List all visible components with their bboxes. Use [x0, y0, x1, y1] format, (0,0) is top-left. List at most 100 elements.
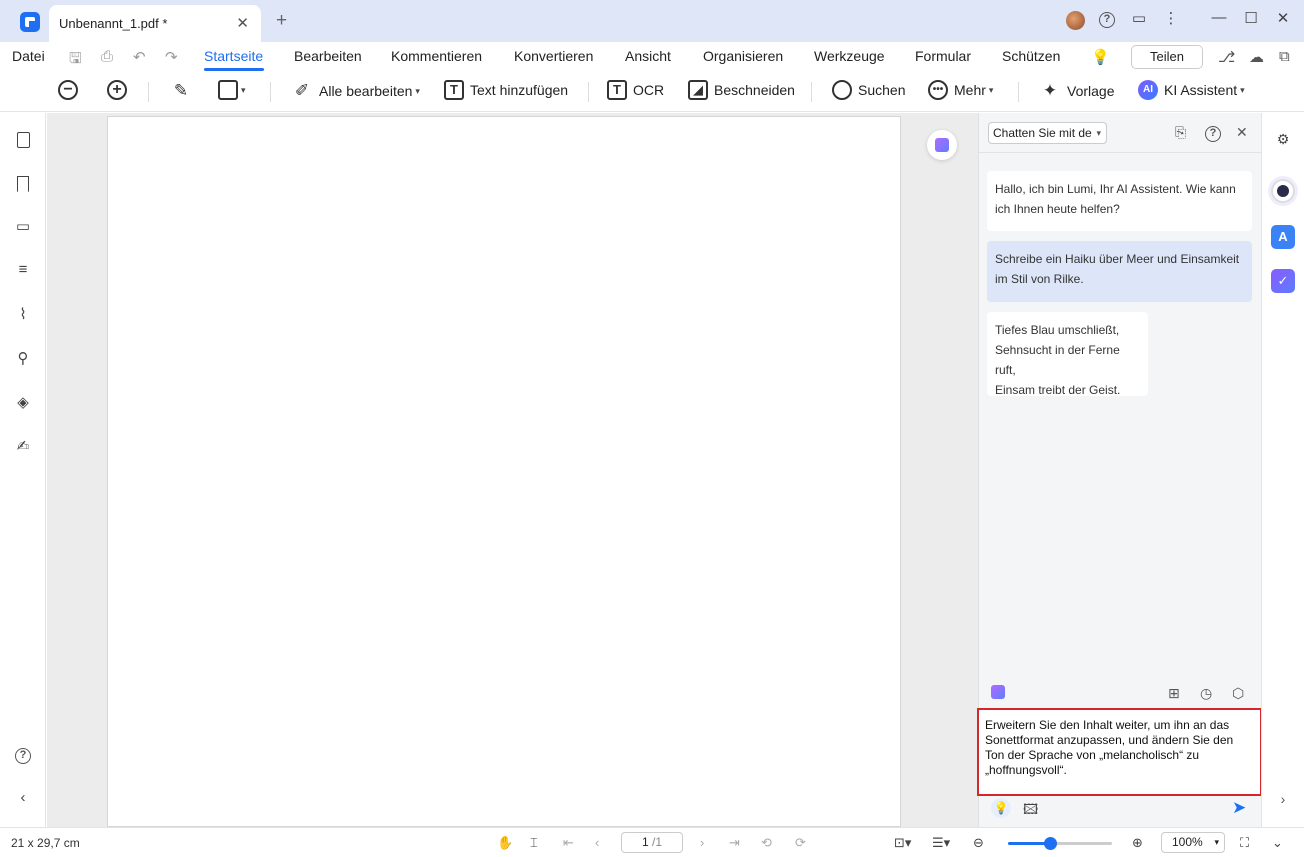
redo-icon[interactable]: ↷ [165, 48, 178, 66]
document-chat-icon[interactable]: ⎘ [1175, 124, 1186, 141]
prompt-ideas-icon[interactable]: 💡 [991, 798, 1011, 818]
rotate-left-icon[interactable]: ⟲ [761, 835, 772, 851]
help-icon[interactable]: ? [12, 745, 34, 767]
zoom-out-icon[interactable]: ⊖ [973, 835, 984, 851]
ai-robot-icon[interactable] [1271, 179, 1295, 203]
divider [270, 82, 271, 102]
more-button[interactable]: ••• Mehr ▾ [928, 80, 993, 100]
document-tab[interactable]: Unbenannt_1.pdf * ✕ [49, 5, 261, 42]
hand-tool-icon[interactable]: ✋ [497, 835, 513, 851]
translate-icon[interactable]: A [1271, 225, 1295, 249]
undo-icon[interactable]: ↶ [133, 48, 146, 66]
signature-icon[interactable]: ✍ [12, 437, 34, 459]
next-page-icon[interactable]: › [700, 835, 704, 850]
chevron-down-icon: ▾ [1096, 128, 1101, 138]
user-avatar[interactable] [1066, 11, 1085, 30]
pen-icon: ✐ [294, 81, 310, 100]
zoom-in-button[interactable]: + [107, 80, 127, 100]
print-icon[interactable]: ⎙ [101, 48, 113, 65]
minimize-icon[interactable]: — [1208, 9, 1230, 26]
zoom-slider[interactable] [1008, 837, 1112, 850]
first-page-icon[interactable]: ⇤ [563, 835, 574, 851]
crop-icon: ◢ [688, 80, 708, 100]
fit-page-icon[interactable]: ⊡▾ [894, 835, 911, 851]
chat-mode-select[interactable]: Chatten Sie mit de ▾ [988, 122, 1107, 144]
share-button[interactable]: Teilen [1131, 45, 1203, 69]
select-tool-icon[interactable]: ⌶ [530, 835, 538, 851]
chevron-down-icon: ▾ [415, 85, 420, 96]
crop-button[interactable]: ◢ Beschneiden [688, 80, 795, 100]
cloud-upload-icon[interactable]: ☁ [1249, 48, 1264, 66]
save-icon[interactable]: 🖫 [69, 48, 82, 73]
ai-icon: AI [1138, 80, 1158, 100]
zoom-slider-handle[interactable] [1043, 837, 1057, 850]
insert-image-icon[interactable]: 🖾 [1023, 799, 1038, 823]
shape-button[interactable]: ▾ [218, 80, 246, 100]
ai-assistant-button[interactable]: AI KI Assistent ▾ [1138, 80, 1245, 100]
new-tab-button[interactable]: + [276, 10, 287, 32]
collapse-sidebar-icon[interactable]: ‹ [12, 789, 34, 811]
expand-panel-icon[interactable]: › [1271, 787, 1295, 811]
comment-icon[interactable]: ▭ [12, 217, 34, 239]
edit-all-label: Alle bearbeiten [319, 83, 413, 99]
bookmark-icon[interactable] [12, 173, 34, 195]
collapse-down-icon[interactable]: ⌄ [1272, 835, 1283, 851]
menu-protect[interactable]: Schützen [1002, 48, 1060, 64]
lightbulb-icon[interactable]: 💡 [1091, 48, 1110, 66]
search-icon[interactable]: ⚲ [12, 349, 34, 371]
send-icon[interactable]: ➤ [1232, 798, 1246, 818]
ocr-label: OCR [633, 82, 665, 98]
more-options-icon[interactable]: ⋮ [1160, 9, 1182, 27]
settings-icon[interactable]: ⬡ [1232, 685, 1244, 702]
pdf-page[interactable] [107, 116, 901, 827]
edit-all-button[interactable]: ✐ Alle bearbeiten ▾ [291, 80, 420, 102]
page-layout-icon[interactable]: ☰▾ [932, 835, 950, 851]
chat-message-assistant: Hallo, ich bin Lumi, Ihr AI Assistent. W… [987, 171, 1252, 231]
menu-home[interactable]: Startseite [204, 48, 263, 64]
help-icon[interactable]: ? [1096, 9, 1118, 28]
add-text-label: Text hinzufügen [470, 82, 569, 98]
ai-check-icon[interactable]: ✓ [1271, 269, 1295, 293]
ocr-button[interactable]: T OCR [607, 80, 664, 100]
menu-form[interactable]: Formular [915, 48, 971, 64]
menu-view[interactable]: Ansicht [625, 48, 671, 64]
menu-edit[interactable]: Bearbeiten [294, 48, 362, 64]
help-icon[interactable]: ? [1205, 123, 1221, 142]
zoom-out-button[interactable]: − [58, 80, 78, 100]
add-text-button[interactable]: T Text hinzufügen [444, 80, 568, 100]
expand-icon[interactable]: ⧉ [1279, 48, 1290, 65]
ai-assistant-label: KI Assistent [1164, 82, 1238, 98]
chevron-down-icon: ▾ [1240, 84, 1245, 95]
fields-icon[interactable]: ≡ [12, 261, 34, 283]
page-thumbnail-icon[interactable] [12, 129, 34, 151]
floating-ai-button[interactable] [927, 130, 957, 160]
highlight-button[interactable]: ✎ [170, 80, 192, 102]
zoom-select[interactable]: 100% ▾ [1161, 832, 1225, 853]
close-window-icon[interactable]: ✕ [1272, 9, 1294, 27]
menu-convert[interactable]: Konvertieren [514, 48, 593, 64]
menu-tools[interactable]: Werkzeuge [814, 48, 885, 64]
new-chat-icon[interactable]: ⊞ [1168, 685, 1180, 702]
attachment-icon[interactable]: ⌇ [12, 305, 34, 327]
layers-icon[interactable]: ◈ [12, 393, 34, 415]
menu-file[interactable]: Datei [12, 48, 45, 64]
close-panel-icon[interactable]: ✕ [1236, 124, 1248, 141]
history-icon[interactable]: ◷ [1200, 685, 1212, 702]
page-number-field[interactable]: 1 /1 [621, 832, 683, 853]
chat-input[interactable]: Erweitern Sie den Inhalt weiter, um ihn … [977, 708, 1262, 796]
prev-page-icon[interactable]: ‹ [595, 835, 599, 850]
network-icon[interactable]: ⎇ [1218, 48, 1235, 66]
menu-comment[interactable]: Kommentieren [391, 48, 482, 64]
last-page-icon[interactable]: ⇥ [729, 835, 740, 851]
menu-organize[interactable]: Organisieren [703, 48, 783, 64]
maximize-icon[interactable]: ☐ [1240, 9, 1262, 27]
zoom-in-icon[interactable]: ⊕ [1132, 835, 1143, 851]
close-tab-icon[interactable]: ✕ [236, 14, 249, 32]
properties-icon[interactable]: ⚙ [1271, 127, 1295, 151]
rotate-right-icon[interactable]: ⟳ [795, 835, 806, 851]
template-button[interactable]: ✦ Vorlage [1039, 80, 1115, 102]
app-logo-icon [20, 12, 40, 32]
search-button[interactable]: Suchen [832, 80, 905, 100]
fullscreen-icon[interactable]: ⛶ [1240, 835, 1249, 851]
feedback-icon[interactable]: ▭ [1128, 9, 1150, 27]
